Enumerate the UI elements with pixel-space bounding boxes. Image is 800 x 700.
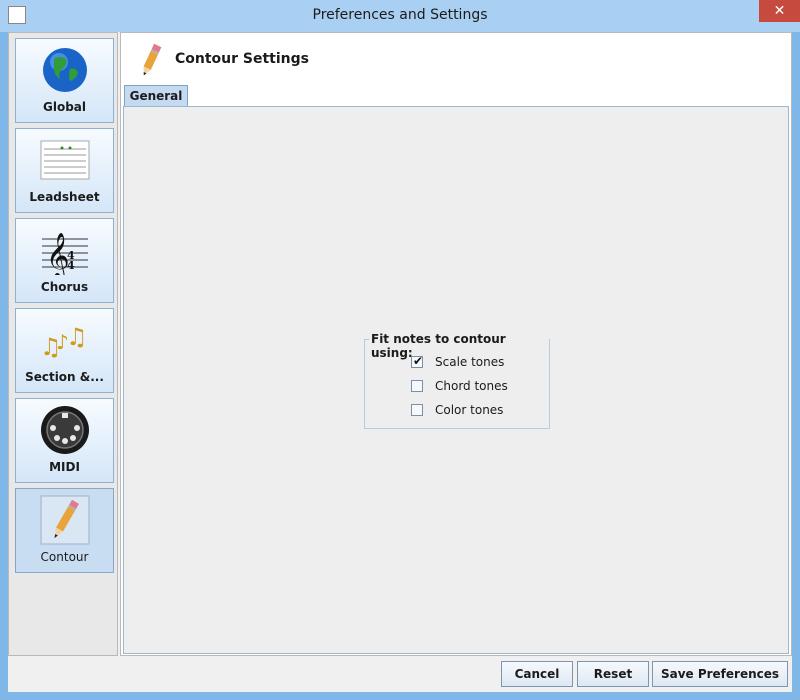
save-preferences-button[interactable]: Save Preferences <box>652 661 788 687</box>
midi-connector-icon <box>41 406 89 454</box>
fit-notes-group: Fit notes to contour using: ✔ Scale tone… <box>364 332 550 429</box>
chord-tones-label[interactable]: Chord tones <box>435 379 508 393</box>
sidebar-item-label: Section &... <box>25 370 104 384</box>
sidebar-item-label: Leadsheet <box>29 190 100 204</box>
svg-text:♫: ♫ <box>66 323 88 351</box>
music-notes-icon: ♫ ♪ ♫ <box>40 323 88 361</box>
title-bar[interactable]: Preferences and Settings ✕ <box>0 0 800 32</box>
color-tones-label[interactable]: Color tones <box>435 403 503 417</box>
preferences-window: Preferences and Settings ✕ Global Leadsh… <box>0 0 800 700</box>
close-button[interactable]: ✕ <box>759 0 800 22</box>
sidebar-item-contour[interactable]: Contour <box>15 488 114 573</box>
sidebar-item-label: Global <box>42 100 86 114</box>
sidebar-item-label: Contour <box>40 550 89 564</box>
sidebar-item-label: MIDI <box>49 460 80 474</box>
check-icon: ✔ <box>413 354 424 368</box>
client-area: Global Leadsheet 𝄞 4 4 Chorus ♫ ♪ ♫ Sect… <box>8 32 792 692</box>
reset-button[interactable]: Reset <box>577 661 649 687</box>
window-title: Preferences and Settings <box>312 7 488 23</box>
pencil-icon <box>143 43 162 76</box>
scale-tones-checkbox[interactable]: ✔ <box>411 354 424 368</box>
cancel-button[interactable]: Cancel <box>501 661 573 687</box>
svg-text:4: 4 <box>67 259 75 272</box>
sidebar-item-chorus[interactable]: 𝄞 4 4 Chorus <box>15 218 114 303</box>
treble-clef-icon: 𝄞 4 4 <box>42 233 88 275</box>
sidebar: Global Leadsheet 𝄞 4 4 Chorus ♫ ♪ ♫ Sect… <box>8 32 118 656</box>
tab-general[interactable]: General <box>124 85 188 107</box>
content-panel: Contour Settings General Fit notes to co… <box>120 32 792 656</box>
sidebar-item-label: Chorus <box>40 280 89 294</box>
sidebar-item-midi[interactable]: MIDI <box>15 398 114 483</box>
sidebar-item-leadsheet[interactable]: Leadsheet <box>15 128 114 213</box>
pencil-icon <box>40 495 90 545</box>
sidebar-item-section[interactable]: ♫ ♪ ♫ Section &... <box>15 308 114 393</box>
general-tab-panel: Fit notes to contour using: ✔ Scale tone… <box>123 106 789 654</box>
chord-tones-checkbox[interactable] <box>411 380 423 392</box>
color-tones-checkbox[interactable] <box>411 404 423 416</box>
scale-tones-label[interactable]: Scale tones <box>435 355 504 369</box>
sidebar-item-global[interactable]: Global <box>15 38 114 123</box>
page-title: Contour Settings <box>175 51 309 67</box>
leadsheet-icon <box>40 140 90 180</box>
globe-icon <box>43 48 87 92</box>
